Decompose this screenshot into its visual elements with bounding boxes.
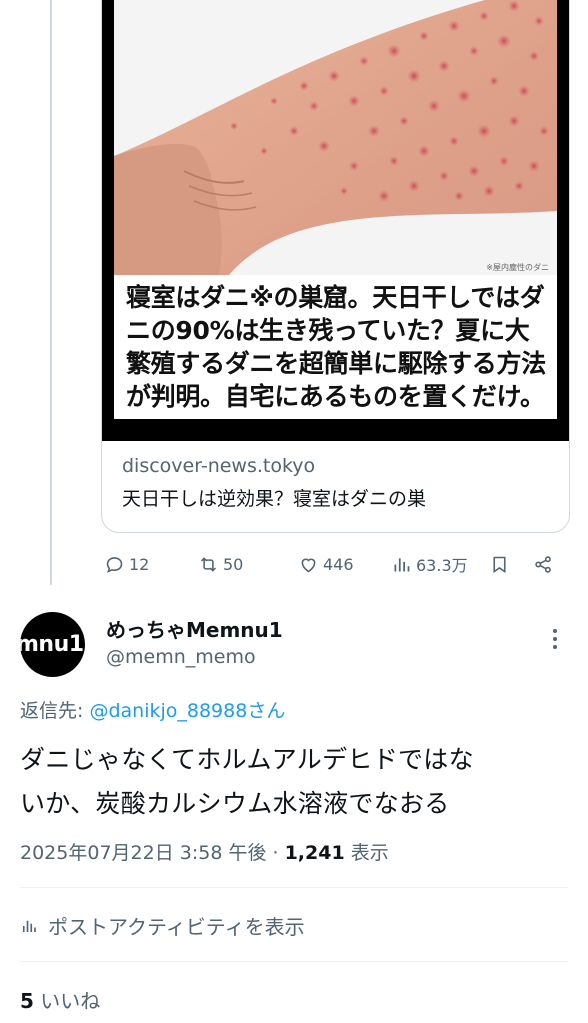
view-total: 1,241 bbox=[284, 842, 345, 864]
avatar[interactable]: mnu1 bbox=[20, 612, 85, 677]
card-domain: discover-news.tokyo bbox=[122, 455, 316, 477]
analytics-icon bbox=[394, 557, 410, 571]
tweet-meta: 2025年07月22日 3:58 午後 · 1,241 表示 bbox=[20, 838, 389, 865]
reply-to-line: 返信先: @danikjo_88988さん bbox=[20, 696, 285, 723]
view-label: 表示 bbox=[344, 842, 389, 864]
tweet-text-line: ダニじゃなくてホルムアルデヒドではな bbox=[20, 745, 474, 774]
share-icon bbox=[535, 555, 551, 573]
bookmark-icon bbox=[493, 556, 506, 573]
caption-box: 寝室はダニ※の巣窟。天日干しではダニの90%は生き残っていた？夏に大繁殖するダニ… bbox=[114, 275, 557, 419]
post-activity-label: ポストアクティビティを表示 bbox=[48, 915, 305, 939]
repost-icon bbox=[200, 556, 217, 572]
timestamp[interactable]: 2025年07月22日 3:58 午後 · bbox=[20, 842, 285, 864]
thread-connector-line bbox=[50, 0, 52, 585]
likes-count: 5 bbox=[20, 989, 34, 1013]
avatar-text: mnu1 bbox=[20, 632, 84, 657]
more-options-icon[interactable] bbox=[543, 624, 567, 654]
share-button[interactable] bbox=[533, 547, 554, 581]
reply-button[interactable]: 12 bbox=[104, 547, 149, 581]
reply-to-prefix: 返信先: bbox=[20, 700, 90, 722]
analytics-icon bbox=[22, 920, 36, 932]
divider bbox=[20, 887, 568, 888]
divider bbox=[20, 961, 568, 962]
view-count: 63.3万 bbox=[416, 556, 468, 575]
views-button[interactable]: 63.3万 bbox=[391, 547, 468, 581]
repost-button[interactable]: 50 bbox=[198, 547, 243, 581]
card-image[interactable]: 寝室はダニ※の巣窟。天日干しではダニの90%は生き残っていた？夏に大繁殖するダニ… bbox=[102, 0, 569, 441]
reply-icon bbox=[106, 556, 123, 573]
repost-count: 50 bbox=[223, 554, 244, 574]
likes-label: いいね bbox=[33, 989, 101, 1013]
likes-summary[interactable]: 5 いいね bbox=[20, 985, 100, 1014]
card-title: 天日干しは逆効果？寝室はダニの巣 bbox=[122, 488, 427, 510]
bookmark-button[interactable] bbox=[489, 547, 510, 581]
like-count: 446 bbox=[323, 554, 354, 574]
reply-count: 12 bbox=[129, 554, 150, 574]
like-button[interactable]: 446 bbox=[298, 547, 354, 581]
arm-rash-photo bbox=[114, 0, 557, 295]
post-activity-link[interactable]: ポストアクティビティを表示 bbox=[20, 911, 305, 940]
link-preview-card[interactable]: 寝室はダニ※の巣窟。天日干しではダニの90%は生き残っていた？夏に大繁殖するダニ… bbox=[101, 0, 570, 533]
heart-icon bbox=[301, 558, 316, 572]
reply-to-mention[interactable]: @danikjo_88988さん bbox=[89, 700, 285, 722]
tweet-text: ダニじゃなくてホルムアルデヒドではな いか、炭酸カルシウム水溶液でなおる bbox=[20, 738, 570, 826]
parent-action-bar: 12 50 446 63.3万 bbox=[0, 547, 588, 581]
user-handle[interactable]: @memn_memo bbox=[106, 646, 256, 668]
photo-note: ※屋内塵性のダニ bbox=[486, 263, 549, 272]
display-name[interactable]: めっちゃMemnu1 bbox=[106, 614, 283, 643]
tweet-text-line: いか、炭酸カルシウム水溶液でなおる bbox=[20, 789, 450, 818]
card-info[interactable]: discover-news.tokyo 天日干しは逆効果？寝室はダニの巣 bbox=[102, 441, 569, 513]
card-caption: 寝室はダニ※の巣窟。天日干しではダニの90%は生き残っていた？夏に大繁殖するダニ… bbox=[126, 283, 546, 411]
